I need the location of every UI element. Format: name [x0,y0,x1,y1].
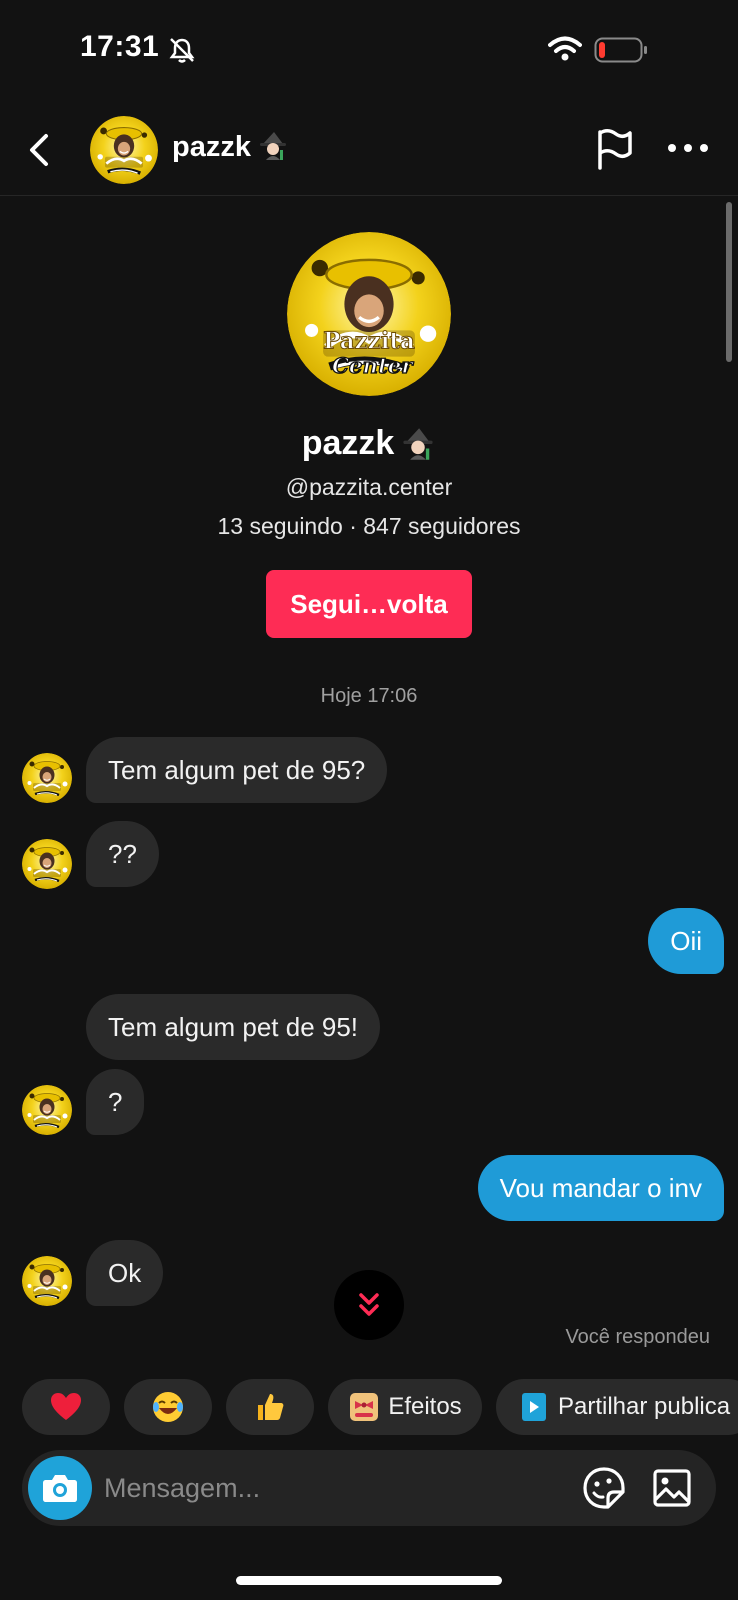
image-icon[interactable] [652,1468,692,1508]
chat-header: pazzk [0,108,738,196]
flag-icon[interactable] [592,126,636,172]
profile-avatar[interactable]: Pazzita Center [287,232,451,396]
effects-label: Efeitos [388,1393,462,1420]
message-avatar[interactable] [22,839,72,889]
scroll-to-bottom-button[interactable] [334,1270,404,1340]
wifi-icon [548,36,582,61]
double-chevron-down-icon [359,1293,379,1316]
battery-low-icon [594,37,647,63]
avatar-logo-line1: Pazzita [323,327,415,354]
witch-emoji-icon [400,426,436,462]
follow-back-button[interactable]: Segui…volta [266,570,472,638]
profile-stats: 13 seguindo · 847 seguidores [217,513,521,539]
profile-name-text: pazzk [301,424,395,462]
camera-icon [43,1475,77,1502]
scrollbar[interactable] [726,202,732,362]
back-icon[interactable] [20,128,60,172]
message-bubble-outgoing[interactable]: Vou mandar o inv [477,1155,724,1221]
message-bubble-incoming[interactable]: Ok [86,1240,164,1306]
camera-button[interactable] [28,1456,92,1520]
thumbs-up-emoji-icon [258,1394,284,1420]
share-post-button[interactable]: Partilhar publica [496,1379,738,1435]
status-time: 17:31 [80,30,160,63]
heart-reaction-button[interactable] [22,1379,110,1435]
profile-name: pazzk [0,424,738,463]
message-avatar[interactable] [22,1085,72,1135]
status-bar: 17:31 [0,0,738,100]
message-bubble-outgoing[interactable]: Oii [648,908,724,974]
effects-icon [350,1393,379,1421]
bell-off-icon [169,38,195,63]
avatar-logo-line2: Center [332,354,414,379]
header-username-text: pazzk [172,131,251,163]
more-icon[interactable] [666,136,710,160]
thumbs-up-reaction-button[interactable] [226,1379,314,1435]
heart-emoji-icon [51,1393,81,1420]
chat-timestamp: Hoje 17:06 [320,685,418,707]
share-post-icon [522,1393,546,1421]
message-avatar[interactable] [22,1256,72,1306]
sticker-icon[interactable] [582,1466,626,1510]
quick-reaction-row: Efeitos Partilhar publica [22,1379,738,1435]
message-bubble-incoming[interactable]: ?? [86,821,159,887]
message-bubble-incoming[interactable]: Tem algum pet de 95? [86,737,388,803]
witch-emoji-icon [257,130,289,162]
effects-button[interactable]: Efeitos [328,1379,482,1435]
laughing-emoji-icon [153,1392,183,1422]
header-username[interactable]: pazzk [172,130,289,164]
message-avatar[interactable] [22,753,72,803]
share-post-label: Partilhar publica [558,1393,731,1420]
laughing-reaction-button[interactable] [124,1379,212,1435]
profile-handle: @pazzita.center [285,474,453,500]
header-avatar[interactable] [90,116,158,184]
message-composer [22,1450,716,1526]
message-input[interactable] [104,1450,544,1526]
home-indicator[interactable] [236,1576,502,1585]
message-bubble-incoming[interactable]: ? [86,1069,145,1135]
replied-note: Você respondeu [565,1326,710,1348]
message-bubble-incoming[interactable]: Tem algum pet de 95! [86,994,381,1060]
